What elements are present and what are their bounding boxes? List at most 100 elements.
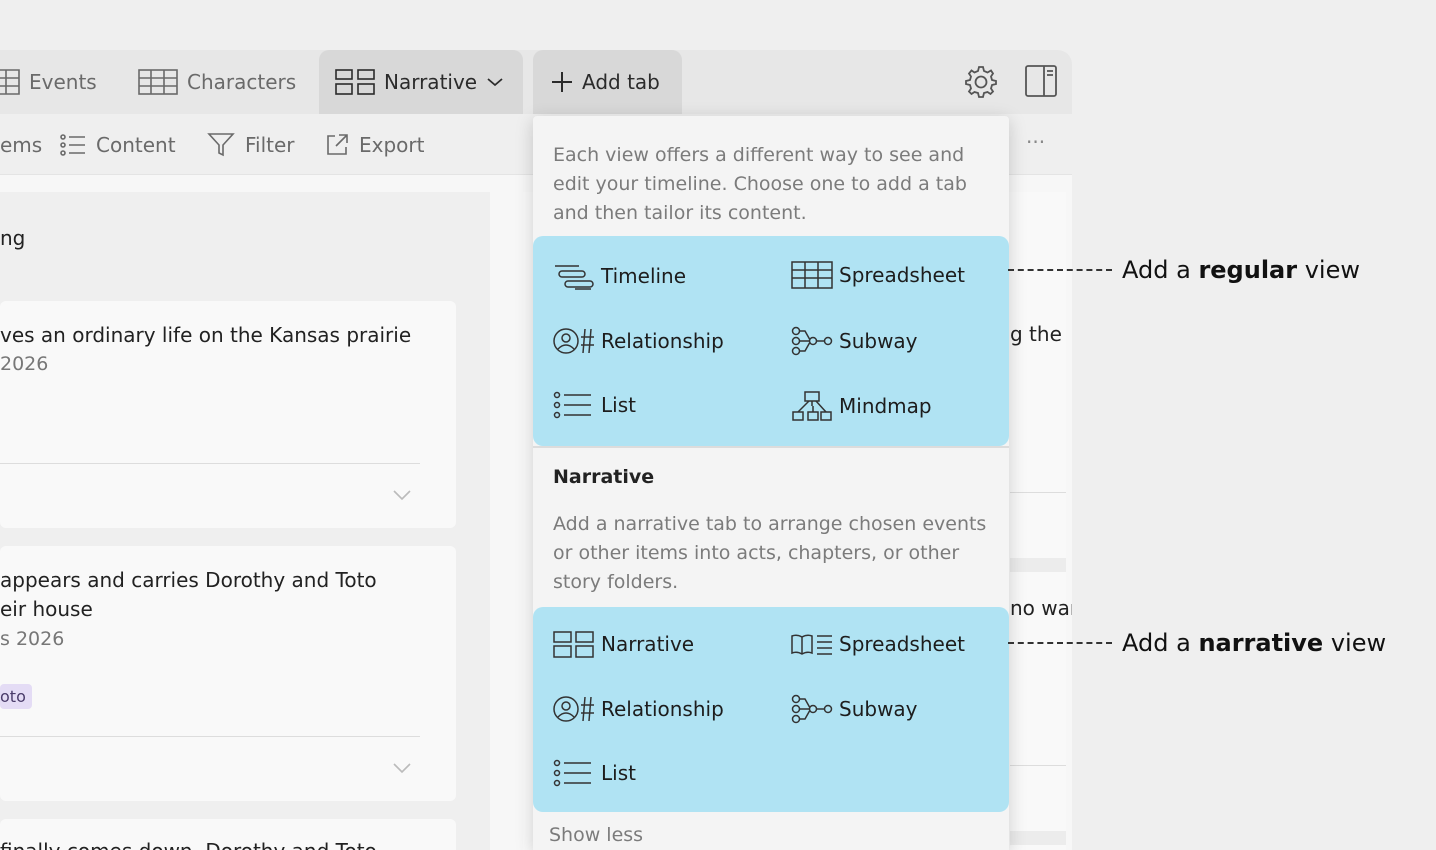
plus-icon: [552, 72, 572, 92]
narrative-text: g the: [1010, 322, 1062, 346]
event-title: finally comes down, Dorothy and Toto: [0, 837, 430, 850]
spreadsheet-icon: [791, 261, 833, 289]
view-option-relationship[interactable]: Relationship: [553, 693, 724, 725]
divider: [0, 736, 420, 737]
narrative-views-grid: Narrative Spreadsheet Relationship Subwa…: [533, 607, 1009, 812]
subway-icon: [791, 326, 833, 356]
sidebar-panel-icon[interactable]: [1024, 64, 1058, 98]
relationship-icon: [553, 696, 594, 722]
event-card[interactable]: finally comes down, Dorothy and Toto: [0, 819, 456, 850]
view-option-list[interactable]: List: [553, 758, 636, 788]
regular-views-grid: Timeline Spreadsheet Relationship Subway…: [533, 236, 1009, 446]
tab-bar: Events Characters Narrative Add tab: [0, 50, 1072, 114]
character-tag[interactable]: oto: [0, 684, 32, 709]
annotation-regular: Add a regular view: [1008, 256, 1360, 284]
narrative-icon: [335, 69, 375, 95]
view-option-spreadsheet[interactable]: Spreadsheet: [791, 260, 965, 290]
narrative-description: Add a narrative tab to arrange chosen ev…: [553, 513, 987, 593]
chevron-down-icon[interactable]: [392, 489, 412, 501]
divider: [1010, 492, 1066, 493]
filter-icon: [207, 132, 235, 156]
popover-intro: Each view offers a different way to see …: [553, 144, 967, 224]
filter-label: Filter: [245, 132, 295, 157]
content-button[interactable]: Content: [60, 114, 176, 175]
narrative-text: no war: [1010, 596, 1072, 620]
tab-label: Events: [29, 70, 97, 94]
divider: [533, 446, 1009, 448]
mindmap-icon: [792, 391, 832, 421]
divider: [1010, 765, 1066, 766]
timeline-icon: [555, 265, 594, 290]
view-option-subway[interactable]: Subway: [791, 325, 918, 357]
annotation-text: Add a narrative view: [1122, 629, 1386, 657]
annotation-bold: narrative: [1198, 629, 1324, 657]
view-option-label: Subway: [839, 697, 918, 721]
view-option-timeline[interactable]: Timeline: [553, 260, 686, 292]
subway-icon: [791, 694, 833, 724]
export-button[interactable]: Export: [325, 114, 424, 175]
divider: [1010, 558, 1066, 572]
items-label: ems: [0, 132, 43, 157]
annotation-prefix: Add a: [1122, 256, 1199, 284]
event-title-line: appears and carries Dorothy and Toto: [0, 568, 377, 592]
divider: [1010, 831, 1066, 845]
tab-label: Narrative: [384, 70, 478, 94]
event-date: s 2026: [0, 628, 65, 650]
chevron-down-icon[interactable]: [486, 76, 504, 88]
tab-label: Characters: [187, 70, 297, 94]
event-card[interactable]: ves an ordinary life on the Kansas prair…: [0, 301, 456, 528]
view-option-label: Narrative: [601, 632, 695, 656]
export-icon: [327, 133, 348, 155]
event-card[interactable]: appears and carries Dorothy and Toto eir…: [0, 546, 456, 801]
event-title: ves an ordinary life on the Kansas prair…: [0, 323, 412, 347]
list-icon: [553, 759, 591, 787]
add-tab-popover: Each view offers a different way to see …: [533, 116, 1009, 850]
view-option-label: Spreadsheet: [839, 632, 965, 656]
export-label: Export: [359, 132, 425, 157]
dashed-line: [1008, 269, 1112, 271]
view-option-label: Timeline: [601, 264, 687, 288]
annotation-suffix: view: [1323, 629, 1387, 657]
gear-icon[interactable]: [964, 65, 998, 99]
view-option-relationship[interactable]: Relationship: [553, 325, 724, 357]
view-option-label: Relationship: [601, 697, 724, 721]
book-spreadsheet-icon: [791, 634, 832, 655]
spreadsheet-icon: [138, 69, 178, 95]
view-option-label: List: [601, 393, 636, 417]
view-option-narrative[interactable]: Narrative: [553, 629, 694, 659]
narrative-icon: [553, 631, 594, 658]
dashed-line: [1008, 642, 1112, 644]
annotation-narrative: Add a narrative view: [1008, 629, 1386, 657]
event-date: 2026: [0, 353, 49, 375]
view-option-label: Relationship: [601, 329, 724, 353]
tab-events[interactable]: Events: [0, 50, 97, 114]
view-option-label: List: [601, 761, 636, 785]
grid-icon: [0, 69, 20, 95]
annotation-bold: regular: [1198, 256, 1298, 284]
relationship-icon: [553, 328, 594, 354]
annotation-prefix: Add a: [1122, 629, 1199, 657]
tab-narrative[interactable]: Narrative: [319, 50, 523, 114]
add-tab-button[interactable]: Add tab: [533, 50, 682, 114]
divider: [0, 463, 420, 464]
add-tab-label: Add tab: [582, 70, 660, 94]
view-option-label: Subway: [839, 329, 918, 353]
chevron-down-icon[interactable]: [392, 762, 412, 774]
list-icon: [553, 391, 591, 419]
view-option-mindmap[interactable]: Mindmap: [791, 390, 932, 422]
view-option-list[interactable]: List: [553, 390, 636, 420]
more-options-button[interactable]: ···: [1026, 130, 1045, 154]
view-option-subway[interactable]: Subway: [791, 693, 918, 725]
list-icon: [60, 133, 85, 156]
narrative-heading: Narrative: [553, 466, 655, 488]
annotation-suffix: view: [1297, 256, 1360, 284]
tab-characters[interactable]: Characters: [138, 50, 296, 114]
event-title-line: eir house: [0, 597, 93, 621]
annotation-text: Add a regular view: [1122, 256, 1360, 284]
filter-button[interactable]: Filter: [207, 114, 295, 175]
items-button[interactable]: ems: [0, 114, 42, 175]
view-option-narrative-spreadsheet[interactable]: Spreadsheet: [791, 629, 965, 659]
section-label: ng: [0, 226, 26, 250]
view-option-label: Mindmap: [839, 394, 932, 418]
show-less-button[interactable]: Show less: [549, 824, 643, 846]
